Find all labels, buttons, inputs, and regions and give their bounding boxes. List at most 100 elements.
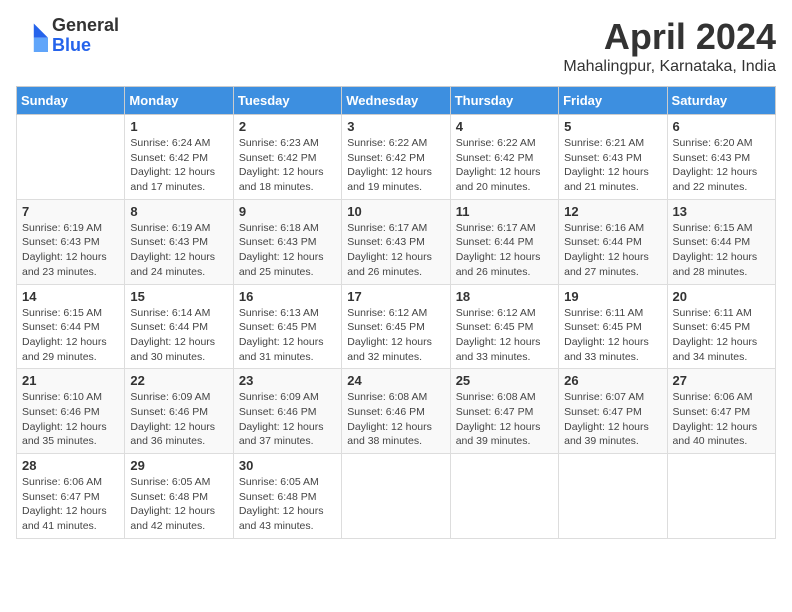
calendar-cell: 4 Sunrise: 6:22 AM Sunset: 6:42 PM Daylig…: [450, 115, 558, 200]
day-info: Sunrise: 6:17 AM Sunset: 6:44 PM Dayligh…: [456, 221, 553, 280]
day-number: 28: [22, 458, 119, 473]
day-number: 26: [564, 373, 661, 388]
day-info: Sunrise: 6:24 AM Sunset: 6:42 PM Dayligh…: [130, 136, 227, 195]
day-number: 30: [239, 458, 336, 473]
day-number: 25: [456, 373, 553, 388]
day-number: 23: [239, 373, 336, 388]
day-number: 16: [239, 289, 336, 304]
day-number: 11: [456, 204, 553, 219]
weekday-header: Sunday: [17, 87, 125, 115]
day-info: Sunrise: 6:21 AM Sunset: 6:43 PM Dayligh…: [564, 136, 661, 195]
day-number: 2: [239, 119, 336, 134]
day-number: 22: [130, 373, 227, 388]
day-number: 10: [347, 204, 444, 219]
calendar-cell: 23 Sunrise: 6:09 AM Sunset: 6:46 PM Dayli…: [233, 369, 341, 454]
header: General Blue April 2024 Mahalingpur, Kar…: [16, 16, 776, 76]
calendar-cell: 24 Sunrise: 6:08 AM Sunset: 6:46 PM Dayli…: [342, 369, 450, 454]
day-number: 20: [673, 289, 770, 304]
logo-text: General Blue: [52, 16, 119, 56]
calendar-cell: 28 Sunrise: 6:06 AM Sunset: 6:47 PM Dayli…: [17, 454, 125, 539]
calendar-cell: 18 Sunrise: 6:12 AM Sunset: 6:45 PM Dayli…: [450, 284, 558, 369]
calendar-title: April 2024: [563, 16, 776, 58]
calendar-cell: 12 Sunrise: 6:16 AM Sunset: 6:44 PM Dayli…: [559, 199, 667, 284]
calendar-cell: 8Sunrise: 6:19 AM Sunset: 6:43 PM Daylig…: [125, 199, 233, 284]
day-info: Sunrise: 6:09 AM Sunset: 6:46 PM Dayligh…: [239, 390, 336, 449]
day-info: Sunrise: 6:15 AM Sunset: 6:44 PM Dayligh…: [22, 306, 119, 365]
weekday-header: Monday: [125, 87, 233, 115]
calendar-cell: 1Sunrise: 6:24 AM Sunset: 6:42 PM Daylig…: [125, 115, 233, 200]
day-number: 13: [673, 204, 770, 219]
calendar-cell: 26 Sunrise: 6:07 AM Sunset: 6:47 PM Dayli…: [559, 369, 667, 454]
calendar-cell: [17, 115, 125, 200]
calendar-cell: [450, 454, 558, 539]
day-info: Sunrise: 6:15 AM Sunset: 6:44 PM Dayligh…: [673, 221, 770, 280]
day-info: Sunrise: 6:09 AM Sunset: 6:46 PM Dayligh…: [130, 390, 227, 449]
calendar-week-row: 28 Sunrise: 6:06 AM Sunset: 6:47 PM Dayli…: [17, 454, 776, 539]
calendar-cell: 21Sunrise: 6:10 AM Sunset: 6:46 PM Dayli…: [17, 369, 125, 454]
weekday-header: Thursday: [450, 87, 558, 115]
calendar-cell: 20 Sunrise: 6:11 AM Sunset: 6:45 PM Dayli…: [667, 284, 775, 369]
logo-icon: [16, 20, 48, 52]
calendar-cell: 9 Sunrise: 6:18 AM Sunset: 6:43 PM Daylig…: [233, 199, 341, 284]
title-block: April 2024 Mahalingpur, Karnataka, India: [563, 16, 776, 76]
weekday-header: Wednesday: [342, 87, 450, 115]
weekday-header: Tuesday: [233, 87, 341, 115]
calendar-cell: 15 Sunrise: 6:14 AM Sunset: 6:44 PM Dayli…: [125, 284, 233, 369]
calendar-cell: 11 Sunrise: 6:17 AM Sunset: 6:44 PM Dayli…: [450, 199, 558, 284]
day-number: 5: [564, 119, 661, 134]
day-info: Sunrise: 6:05 AM Sunset: 6:48 PM Dayligh…: [239, 475, 336, 534]
day-info: Sunrise: 6:08 AM Sunset: 6:46 PM Dayligh…: [347, 390, 444, 449]
day-info: Sunrise: 6:22 AM Sunset: 6:42 PM Dayligh…: [347, 136, 444, 195]
calendar-cell: 7Sunrise: 6:19 AM Sunset: 6:43 PM Daylig…: [17, 199, 125, 284]
calendar-cell: 29Sunrise: 6:05 AM Sunset: 6:48 PM Dayli…: [125, 454, 233, 539]
calendar-cell: 22 Sunrise: 6:09 AM Sunset: 6:46 PM Dayli…: [125, 369, 233, 454]
calendar-cell: 6Sunrise: 6:20 AM Sunset: 6:43 PM Daylig…: [667, 115, 775, 200]
day-info: Sunrise: 6:06 AM Sunset: 6:47 PM Dayligh…: [673, 390, 770, 449]
day-number: 18: [456, 289, 553, 304]
calendar-cell: 14Sunrise: 6:15 AM Sunset: 6:44 PM Dayli…: [17, 284, 125, 369]
day-info: Sunrise: 6:11 AM Sunset: 6:45 PM Dayligh…: [673, 306, 770, 365]
calendar-cell: 27 Sunrise: 6:06 AM Sunset: 6:47 PM Dayli…: [667, 369, 775, 454]
calendar-cell: [559, 454, 667, 539]
day-info: Sunrise: 6:12 AM Sunset: 6:45 PM Dayligh…: [456, 306, 553, 365]
day-info: Sunrise: 6:22 AM Sunset: 6:42 PM Dayligh…: [456, 136, 553, 195]
day-info: Sunrise: 6:08 AM Sunset: 6:47 PM Dayligh…: [456, 390, 553, 449]
calendar-cell: [667, 454, 775, 539]
calendar-cell: 19 Sunrise: 6:11 AM Sunset: 6:45 PM Dayli…: [559, 284, 667, 369]
day-info: Sunrise: 6:23 AM Sunset: 6:42 PM Dayligh…: [239, 136, 336, 195]
calendar-cell: [342, 454, 450, 539]
weekday-header-row: SundayMondayTuesdayWednesdayThursdayFrid…: [17, 87, 776, 115]
logo-blue: Blue: [52, 36, 119, 56]
day-number: 27: [673, 373, 770, 388]
calendar-cell: 2 Sunrise: 6:23 AM Sunset: 6:42 PM Daylig…: [233, 115, 341, 200]
day-number: 4: [456, 119, 553, 134]
day-number: 24: [347, 373, 444, 388]
day-info: Sunrise: 6:10 AM Sunset: 6:46 PM Dayligh…: [22, 390, 119, 449]
calendar-cell: 10 Sunrise: 6:17 AM Sunset: 6:43 PM Dayli…: [342, 199, 450, 284]
day-info: Sunrise: 6:20 AM Sunset: 6:43 PM Dayligh…: [673, 136, 770, 195]
day-info: Sunrise: 6:18 AM Sunset: 6:43 PM Dayligh…: [239, 221, 336, 280]
day-info: Sunrise: 6:07 AM Sunset: 6:47 PM Dayligh…: [564, 390, 661, 449]
logo: General Blue: [16, 16, 119, 56]
calendar-cell: 16Sunrise: 6:13 AM Sunset: 6:45 PM Dayli…: [233, 284, 341, 369]
day-number: 15: [130, 289, 227, 304]
calendar-week-row: 7Sunrise: 6:19 AM Sunset: 6:43 PM Daylig…: [17, 199, 776, 284]
day-info: Sunrise: 6:05 AM Sunset: 6:48 PM Dayligh…: [130, 475, 227, 534]
calendar-subtitle: Mahalingpur, Karnataka, India: [563, 58, 776, 76]
day-number: 19: [564, 289, 661, 304]
calendar-table: SundayMondayTuesdayWednesdayThursdayFrid…: [16, 86, 776, 539]
day-info: Sunrise: 6:19 AM Sunset: 6:43 PM Dayligh…: [22, 221, 119, 280]
day-number: 17: [347, 289, 444, 304]
calendar-week-row: 21Sunrise: 6:10 AM Sunset: 6:46 PM Dayli…: [17, 369, 776, 454]
day-info: Sunrise: 6:12 AM Sunset: 6:45 PM Dayligh…: [347, 306, 444, 365]
day-info: Sunrise: 6:11 AM Sunset: 6:45 PM Dayligh…: [564, 306, 661, 365]
day-number: 9: [239, 204, 336, 219]
day-number: 12: [564, 204, 661, 219]
weekday-header: Friday: [559, 87, 667, 115]
calendar-cell: 13 Sunrise: 6:15 AM Sunset: 6:44 PM Dayli…: [667, 199, 775, 284]
day-info: Sunrise: 6:14 AM Sunset: 6:44 PM Dayligh…: [130, 306, 227, 365]
day-info: Sunrise: 6:17 AM Sunset: 6:43 PM Dayligh…: [347, 221, 444, 280]
day-info: Sunrise: 6:06 AM Sunset: 6:47 PM Dayligh…: [22, 475, 119, 534]
day-info: Sunrise: 6:16 AM Sunset: 6:44 PM Dayligh…: [564, 221, 661, 280]
calendar-cell: 17 Sunrise: 6:12 AM Sunset: 6:45 PM Dayli…: [342, 284, 450, 369]
